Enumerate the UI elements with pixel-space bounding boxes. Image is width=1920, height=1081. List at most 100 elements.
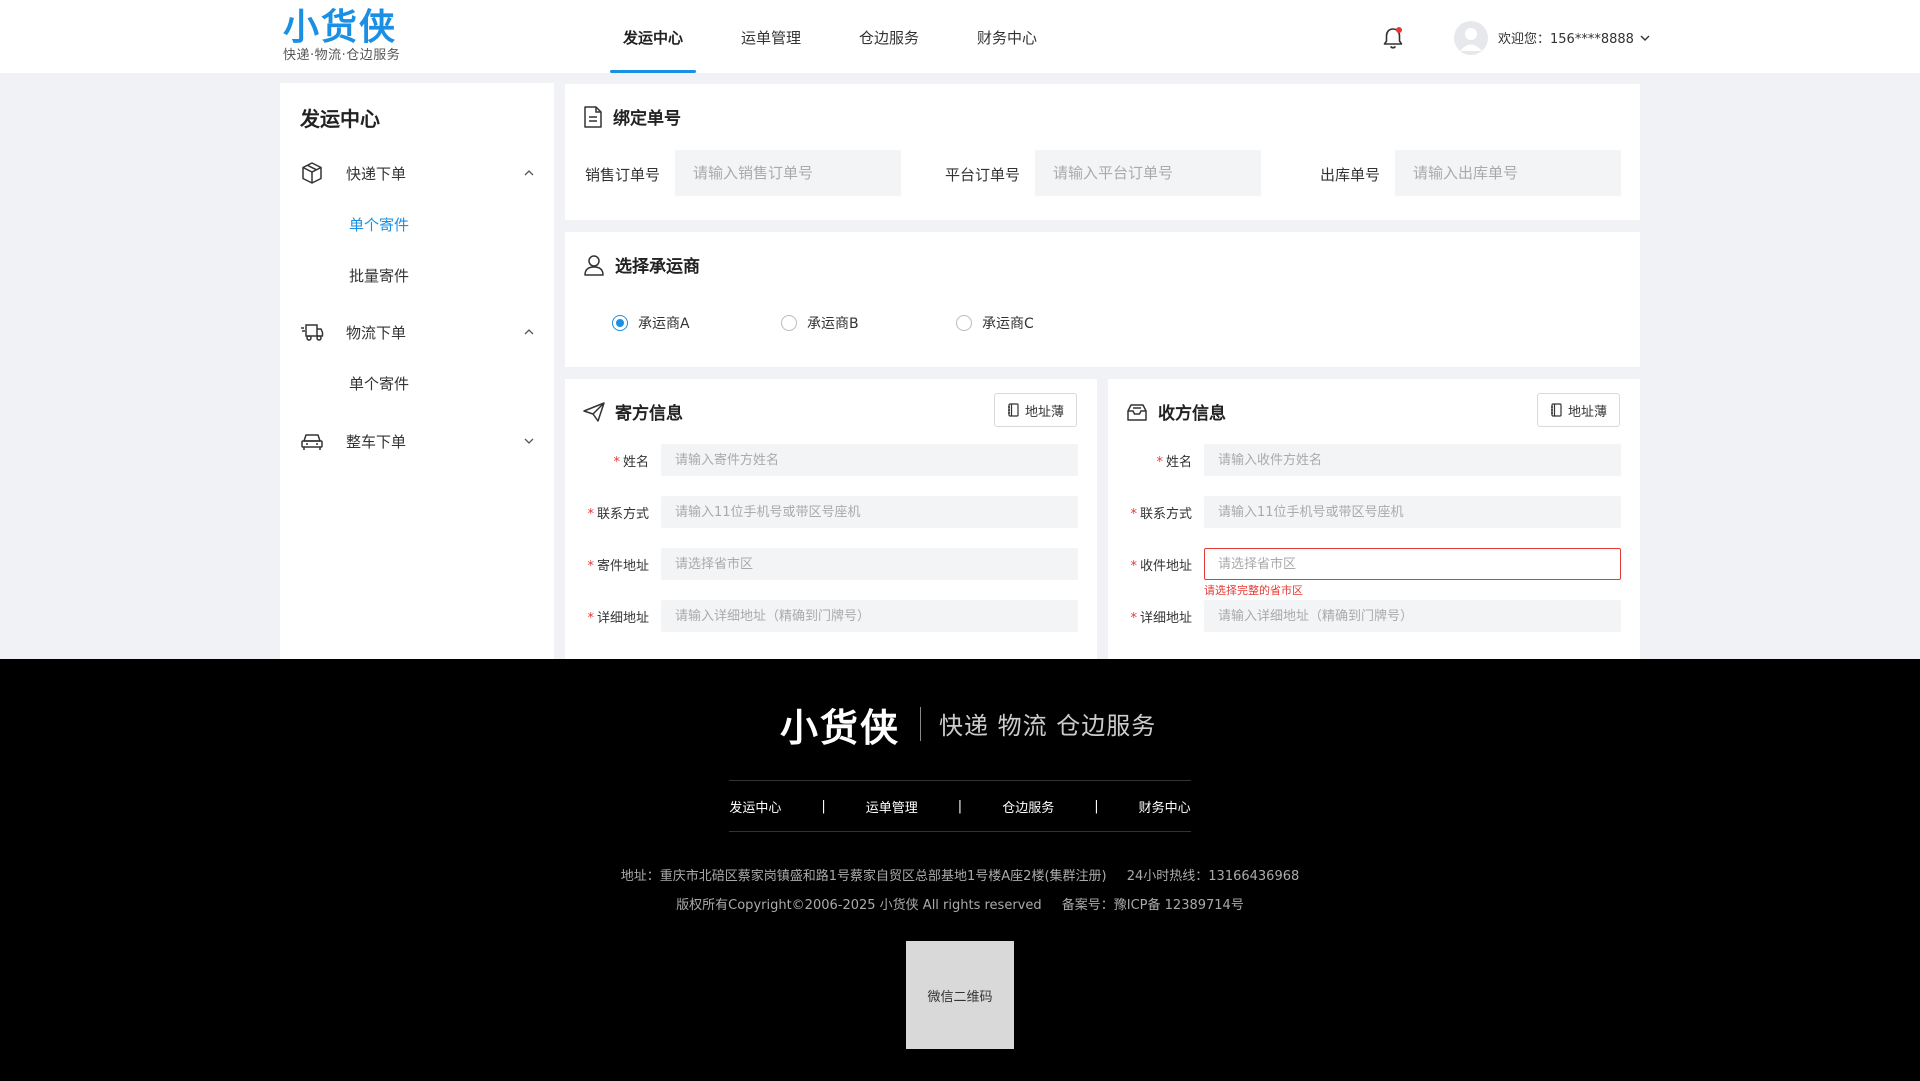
address-book-label: 地址薄 xyxy=(1568,404,1608,420)
chevron-down-icon xyxy=(1640,35,1650,41)
carrier-title: 选择承运商 xyxy=(615,257,700,277)
bind-order-title: 绑定单号 xyxy=(613,109,681,129)
footer-link-shipping-center[interactable]: 发运中心 xyxy=(729,797,781,816)
carrier-option-label: 承运商B xyxy=(807,316,859,332)
nav-warehouse-service[interactable]: 仓边服务 xyxy=(846,0,932,73)
sender-address-label: * 详细地址 xyxy=(587,611,649,626)
carrier-card: 选择承运商 承运商A 承运商B 承运商C xyxy=(565,232,1640,367)
platform-order-label: 平台订单号 xyxy=(945,166,1021,184)
footer-hotline: 24小时热线：13166436968 xyxy=(1126,869,1300,884)
address-book-icon xyxy=(1551,403,1562,417)
nav-waybill-management[interactable]: 运单管理 xyxy=(728,0,814,73)
sender-address-input[interactable] xyxy=(661,600,1078,632)
card-title: 选择承运商 xyxy=(583,252,700,277)
chevron-down-icon xyxy=(524,438,534,444)
truck-icon xyxy=(301,324,324,341)
footer-icp: 备案号：豫ICP备 12389714号 xyxy=(1061,898,1244,913)
carrier-option-label: 承运商C xyxy=(982,316,1034,332)
address-book-icon xyxy=(1008,403,1019,417)
qr-label: 微信二维码 xyxy=(927,989,993,1005)
address-book-label: 地址薄 xyxy=(1025,404,1065,420)
footer-divider-top xyxy=(729,780,1191,781)
carrier-option-label: 承运商A xyxy=(638,316,690,332)
receiver-region-select[interactable] xyxy=(1204,548,1621,580)
footer-link-waybill-management[interactable]: 运单管理 xyxy=(866,797,918,816)
bell-icon[interactable] xyxy=(1382,26,1404,50)
footer-nav: 发运中心 | 运单管理 | 仓边服务 | 财务中心 xyxy=(729,797,1191,816)
radio-unchecked-icon xyxy=(956,315,972,331)
receiver-phone-label: * 联系方式 xyxy=(1130,507,1192,522)
sidebar-title: 发运中心 xyxy=(300,107,380,131)
receiver-address-book-button[interactable]: 地址薄 xyxy=(1537,393,1621,427)
user-greeting: 欢迎您：156****8888 xyxy=(1498,32,1634,47)
nav-finance-center[interactable]: 财务中心 xyxy=(964,0,1050,73)
document-icon xyxy=(584,105,602,128)
receiver-phone-input[interactable] xyxy=(1204,496,1621,528)
sales-order-label: 销售订单号 xyxy=(585,166,661,184)
sidebar-group-label: 快递下单 xyxy=(346,164,407,183)
footer-nav-separator: | xyxy=(1094,799,1099,814)
receiver-name-label: * 姓名 xyxy=(1156,455,1192,470)
sidebar-item-logistics-single[interactable]: 单个寄件 xyxy=(349,373,409,394)
logo-subtitle: 快递·物流·仓边服务 xyxy=(283,48,401,63)
footer-slogan: 快递 物流 仓边服务 xyxy=(939,712,1157,740)
footer-logo: 小货侠 xyxy=(780,706,901,750)
card-title: 绑定单号 xyxy=(583,104,681,129)
receiver-name-input[interactable] xyxy=(1204,444,1621,476)
platform-order-input[interactable] xyxy=(1035,150,1261,196)
sidebar-group-logistics[interactable]: 物流下单 xyxy=(300,317,535,347)
sidebar-group-label: 物流下单 xyxy=(346,323,407,342)
sender-card: 寄方信息 地址薄 *姓名 *联系方式 *寄件地址 *详细地址 xyxy=(565,379,1097,660)
outbound-order-label: 出库单号 xyxy=(1320,166,1381,184)
sidebar-item-express-single[interactable]: 单个寄件 xyxy=(349,214,409,235)
chevron-up-icon xyxy=(524,329,534,335)
receiver-region-error: 请选择完整的省市区 xyxy=(1204,584,1303,597)
footer-copyright-line: 版权所有Copyright©2006-2025 小货侠 All rights r… xyxy=(0,894,1920,913)
logo-title: 小货侠 xyxy=(283,7,398,48)
footer-link-finance-center[interactable]: 财务中心 xyxy=(1139,797,1191,816)
sender-name-input[interactable] xyxy=(661,444,1078,476)
receiver-address-input[interactable] xyxy=(1204,600,1621,632)
bind-order-card: 绑定单号 销售订单号 平台订单号 出库单号 xyxy=(565,84,1640,220)
sender-region-select[interactable] xyxy=(661,548,1078,580)
logo[interactable]: 小货侠 快递·物流·仓边服务 xyxy=(283,8,400,64)
inbox-icon xyxy=(1127,403,1147,421)
avatar[interactable] xyxy=(1454,21,1488,55)
footer-logo-divider xyxy=(920,707,921,741)
footer-address-line: 地址：重庆市北碚区蔡家岗镇盛和路1号蔡家自贸区总部基地1号楼A座2楼(集群注册)… xyxy=(0,865,1920,884)
sender-phone-input[interactable] xyxy=(661,496,1078,528)
footer-copyright: 版权所有Copyright©2006-2025 小货侠 All rights r… xyxy=(676,898,1042,913)
footer-nav-separator: | xyxy=(821,799,826,814)
outbound-order-input[interactable] xyxy=(1395,150,1621,196)
carrier-option-a[interactable]: 承运商A xyxy=(612,313,690,333)
footer-link-warehouse-service[interactable]: 仓边服务 xyxy=(1002,797,1054,816)
sender-region-label: * 寄件地址 xyxy=(587,559,649,574)
sidebar-group-full-truck[interactable]: 整车下单 xyxy=(300,426,535,456)
paper-plane-icon xyxy=(583,401,605,422)
card-title: 寄方信息 xyxy=(583,399,683,424)
user-icon xyxy=(1460,28,1482,51)
receiver-card: 收方信息 地址薄 *姓名 *联系方式 *收件地址 请选择完整的省市区 *详细地址 xyxy=(1108,379,1640,660)
sidebar-group-express[interactable]: 快递下单 xyxy=(300,158,535,188)
carrier-option-c[interactable]: 承运商C xyxy=(956,313,1034,333)
sidebar: 发运中心 快递下单 单个寄件 批量寄件 物流下单 单个寄件 整车下单 xyxy=(280,83,554,660)
footer: 小货侠 快递 物流 仓边服务 发运中心 | 运单管理 | 仓边服务 | 财务中心… xyxy=(0,659,1920,1081)
person-icon xyxy=(584,254,604,276)
radio-checked-icon xyxy=(612,315,628,331)
sender-address-book-button[interactable]: 地址薄 xyxy=(994,393,1078,427)
nav-shipping-center[interactable]: 发运中心 xyxy=(610,0,697,73)
sidebar-group-label: 整车下单 xyxy=(346,432,407,451)
receiver-address-label: * 详细地址 xyxy=(1130,611,1192,626)
main-nav: 发运中心 运单管理 仓边服务 财务中心 xyxy=(610,0,1082,73)
carrier-option-b[interactable]: 承运商B xyxy=(781,313,859,333)
footer-nav-separator: | xyxy=(957,799,963,814)
footer-address: 地址：重庆市北碚区蔡家岗镇盛和路1号蔡家自贸区总部基地1号楼A座2楼(集群注册) xyxy=(620,869,1107,884)
sales-order-input[interactable] xyxy=(675,150,901,196)
radio-unchecked-icon xyxy=(781,315,797,331)
footer-divider-bottom xyxy=(729,831,1191,832)
wechat-qr-code: 微信二维码 xyxy=(906,941,1014,1049)
card-title: 收方信息 xyxy=(1126,399,1226,424)
user-menu[interactable]: 欢迎您：156****8888 xyxy=(1498,28,1650,47)
sender-title: 寄方信息 xyxy=(615,404,683,424)
sidebar-item-express-batch[interactable]: 批量寄件 xyxy=(349,265,409,286)
